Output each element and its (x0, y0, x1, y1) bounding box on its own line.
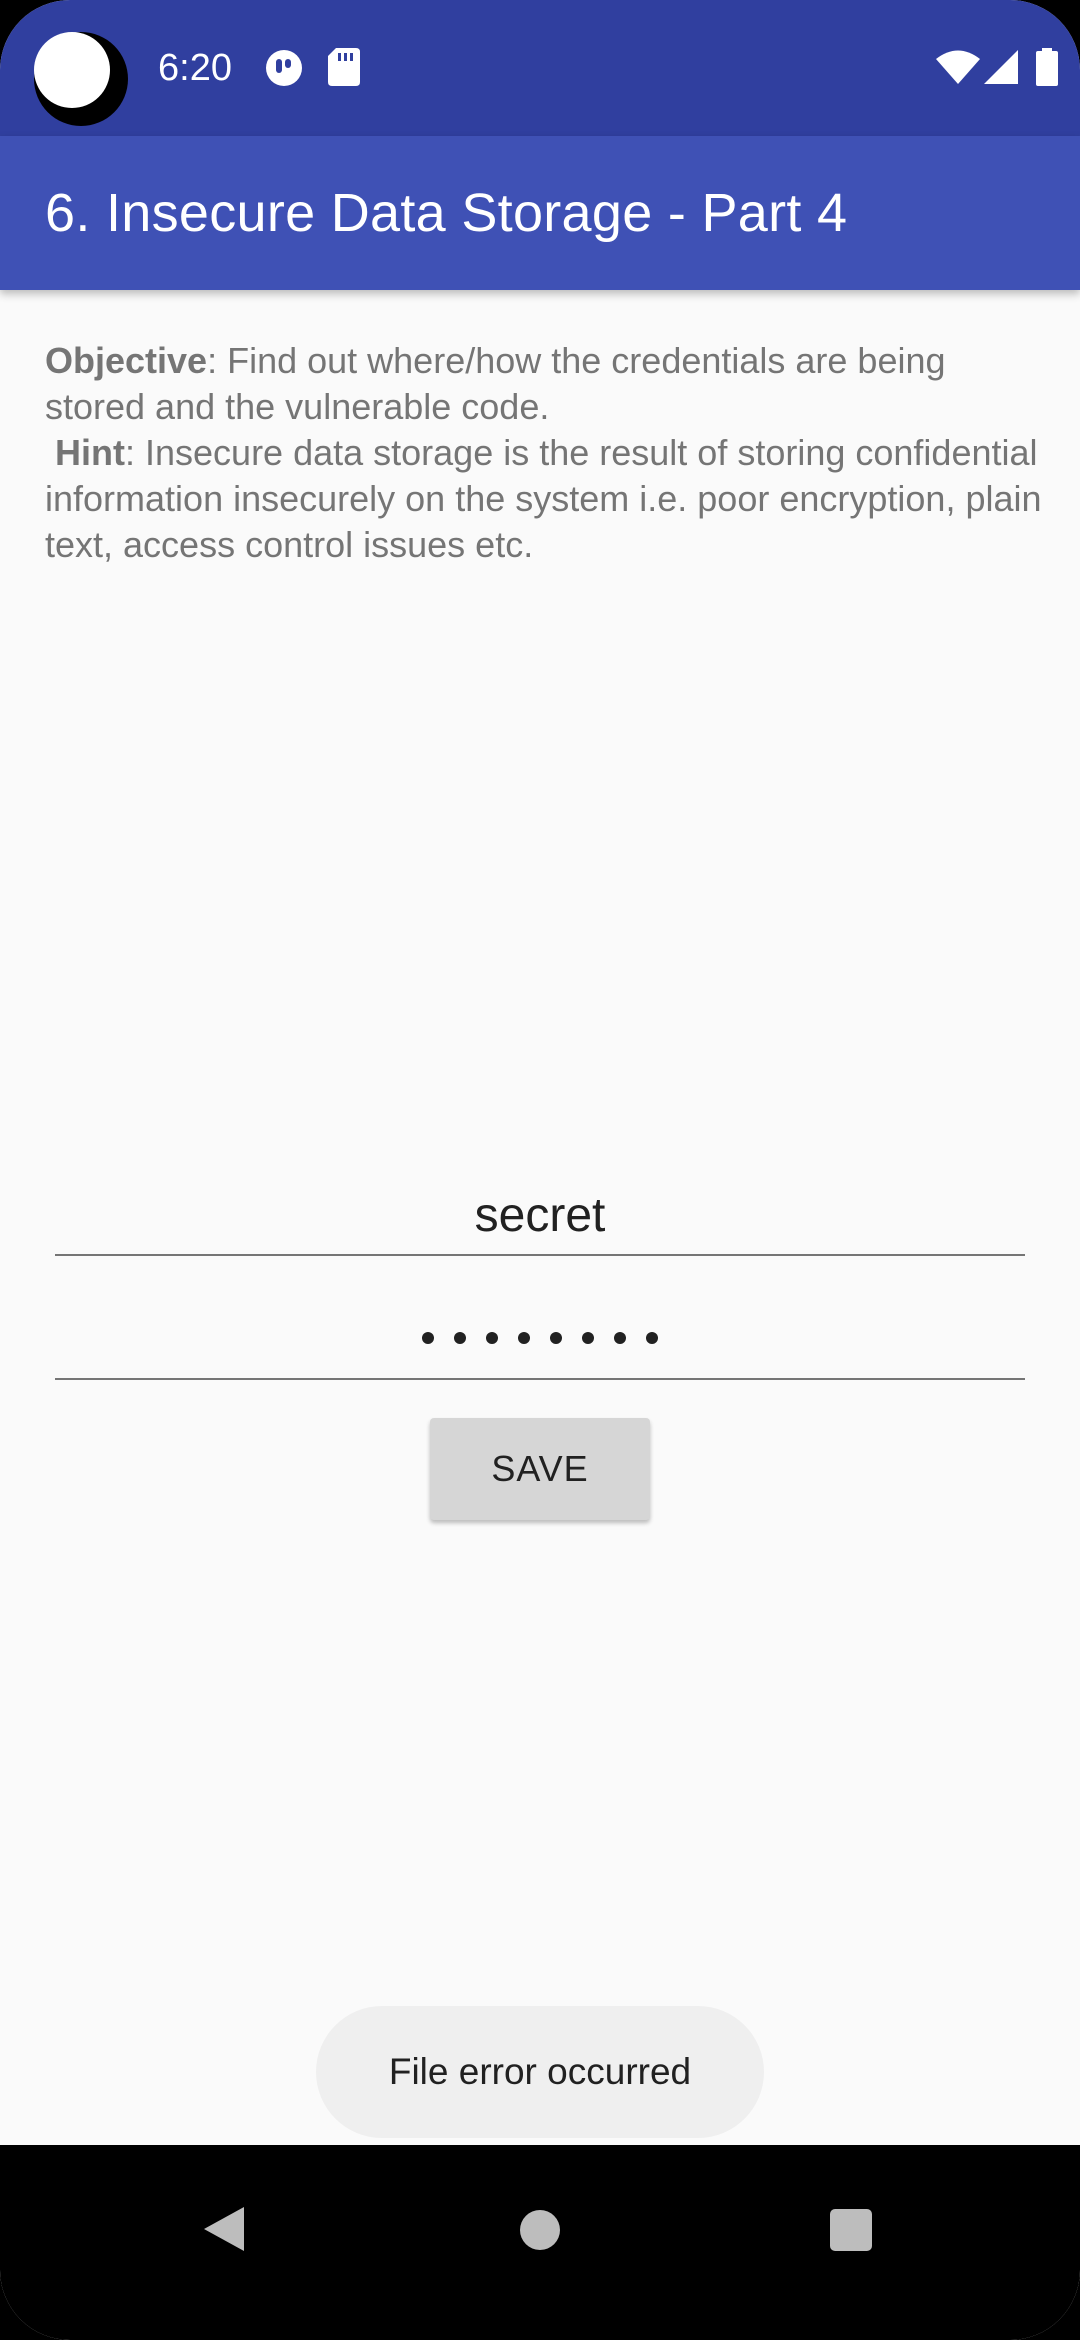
wifi-icon (936, 50, 980, 89)
toast-message: File error occurred (316, 2006, 764, 2138)
notification-icon (264, 48, 304, 93)
password-dot (582, 1332, 594, 1344)
battery-icon (1036, 48, 1058, 91)
password-dot (646, 1332, 658, 1344)
save-button[interactable]: SAVE (430, 1418, 650, 1520)
status-bar: 6:20 (0, 0, 1080, 136)
challenge-description: Objective: Find out where/how the creden… (45, 338, 1045, 568)
password-dot (614, 1332, 626, 1344)
app-bar: 6. Insecure Data Storage - Part 4 (0, 136, 1080, 290)
status-time: 6:20 (158, 47, 232, 89)
password-dot (454, 1332, 466, 1344)
phone-screen: 6:20 6. Insecure Data Storage - Part 4 O… (0, 0, 1080, 2340)
back-icon[interactable] (204, 2207, 244, 2251)
username-value: secret (474, 1189, 606, 1242)
password-field[interactable]: •••••••• (55, 1300, 1025, 1380)
home-icon[interactable] (520, 2210, 560, 2250)
navigation-bar (0, 2145, 1080, 2340)
recents-icon[interactable] (830, 2209, 872, 2251)
cell-signal-icon (984, 50, 1018, 89)
username-field[interactable]: secret (55, 1176, 1025, 1256)
page-title: 6. Insecure Data Storage - Part 4 (45, 183, 848, 243)
password-dot (422, 1332, 434, 1344)
password-value (55, 1332, 1025, 1344)
objective-label: Objective (45, 340, 208, 381)
sd-card-icon (328, 48, 360, 91)
password-dot (486, 1332, 498, 1344)
hint-label: Hint (55, 432, 125, 473)
password-dot (518, 1332, 530, 1344)
camera-cutout (34, 32, 128, 126)
hint-text: : Insecure data storage is the result of… (45, 432, 1042, 565)
password-dot (550, 1332, 562, 1344)
